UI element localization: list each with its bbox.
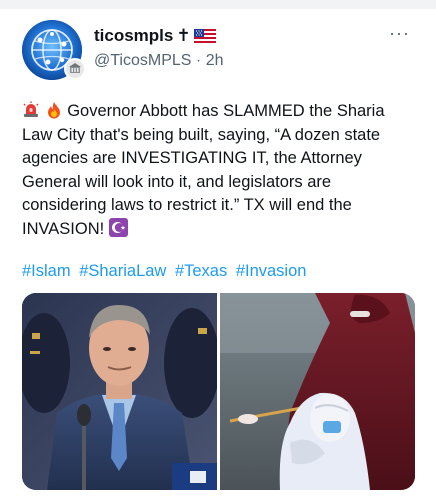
- us-flag-icon: [193, 29, 216, 43]
- user-handle[interactable]: @TicosMPLS: [94, 52, 191, 69]
- post-text: Governor Abbott has SLAMMED the Sharia L…: [22, 100, 402, 241]
- star-and-crescent-icon: [108, 217, 128, 237]
- hashtag-link[interactable]: #Invasion: [236, 262, 307, 280]
- hashtag-row: #Islam #ShariaLaw #Texas #Invasion: [22, 262, 310, 281]
- media-photo-caning[interactable]: [220, 293, 415, 490]
- cross-icon: ✝: [176, 26, 191, 46]
- post-timestamp[interactable]: 2h: [206, 52, 224, 69]
- hashtag-link[interactable]: #Texas: [175, 262, 227, 280]
- fire-icon: [47, 102, 60, 119]
- verified-org-badge-icon: [64, 58, 86, 80]
- display-name-text: ticosmpls: [94, 26, 174, 45]
- post-text-main: Governor Abbott has SLAMMED the Sharia L…: [22, 102, 385, 238]
- police-light-icon: [23, 101, 39, 117]
- top-divider-bar: [0, 0, 436, 9]
- separator-dot: ·: [195, 52, 202, 69]
- media-photo-governor[interactable]: [22, 293, 217, 490]
- hashtag-link[interactable]: #ShariaLaw: [79, 262, 166, 280]
- hashtag-link[interactable]: #Islam: [22, 262, 71, 280]
- more-options-icon[interactable]: ···: [389, 24, 410, 42]
- post-media-grid: [22, 293, 415, 490]
- display-name[interactable]: ticosmpls ✝: [94, 26, 216, 46]
- handle-and-time: @TicosMPLS · 2h: [94, 52, 223, 70]
